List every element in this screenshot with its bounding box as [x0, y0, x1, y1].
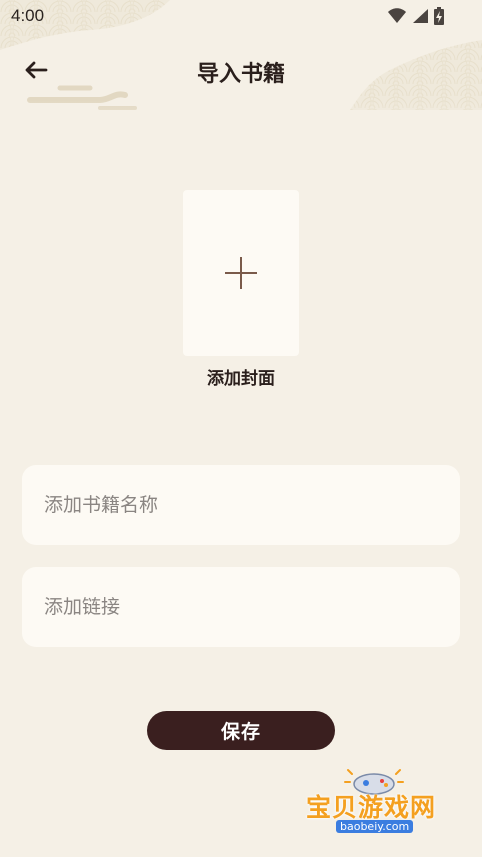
wifi-icon	[388, 8, 406, 23]
import-book-page: 4:00 导入书籍 添加封面 添加书籍名称 添加链接 保存 宝贝游戏网 baob…	[0, 0, 482, 857]
signal-icon	[413, 9, 428, 23]
add-cover-label: 添加封面	[207, 369, 275, 389]
watermark-text: 宝贝游戏网	[306, 793, 437, 822]
status-bar: 4:00	[0, 0, 482, 34]
status-time: 4:00	[11, 6, 45, 25]
app-bar: 导入书籍	[0, 48, 482, 92]
battery-icon	[434, 7, 444, 25]
status-icons	[388, 7, 444, 25]
book-link-input[interactable]	[22, 567, 460, 647]
plus-icon	[225, 257, 257, 289]
book-name-input[interactable]	[22, 465, 460, 545]
watermark-logo: 宝贝游戏网 baobeiy.com	[300, 766, 460, 852]
save-button[interactable]: 保存	[147, 711, 335, 750]
add-cover-button[interactable]	[183, 190, 299, 356]
page-title: 导入书籍	[196, 62, 285, 87]
watermark-url: baobeiy.com	[336, 820, 414, 833]
